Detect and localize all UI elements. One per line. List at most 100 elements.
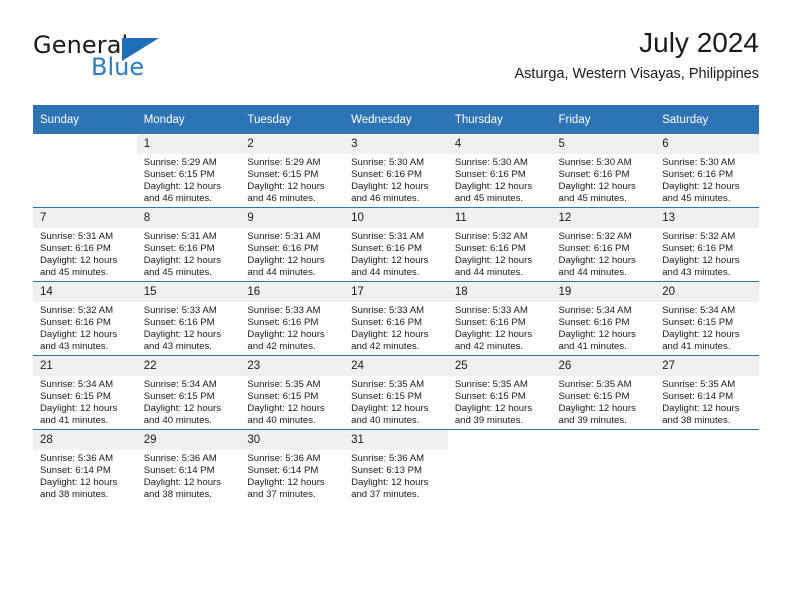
calendar-day-cell[interactable]: 7 Sunrise: 5:31 AM Sunset: 6:16 PM Daylight… <box>33 207 137 282</box>
calendar-day-cell[interactable]: 16 Sunrise: 5:33 AM Sunset: 6:16 PM Dayligh… <box>240 281 345 356</box>
day-number: 8 <box>136 208 241 228</box>
sunset-text: Sunset: 6:16 PM <box>454 169 526 181</box>
sunrise-text: Sunrise: 5:35 AM <box>454 379 528 390</box>
day-number: 3 <box>344 134 448 154</box>
calendar-day-cell[interactable]: 27 Sunrise: 5:35 AM Sunset: 6:14 PM Dayligh… <box>655 355 759 430</box>
day-number: 28 <box>33 430 137 450</box>
sunrise-text: Sunrise: 5:35 AM <box>247 379 321 390</box>
calendar-day-cell[interactable]: 3 Sunrise: 5:30 AM Sunset: 6:16 PM Daylight… <box>344 134 448 208</box>
sunset-text: Sunset: 6:15 PM <box>351 391 423 403</box>
sunset-text: Sunset: 6:16 PM <box>662 169 734 181</box>
daylight-text-line2: and 42 minutes. <box>351 341 420 353</box>
daylight-text-line2: and 42 minutes. <box>247 341 316 353</box>
daylight-text-line2: and 43 minutes. <box>662 267 731 279</box>
daylight-text-line1: Daylight: 12 hours <box>247 181 325 193</box>
calendar-day-cell[interactable]: 29 Sunrise: 5:36 AM Sunset: 6:14 PM Dayligh… <box>136 429 241 503</box>
calendar-day-cell[interactable]: 5 Sunrise: 5:30 AM Sunset: 6:16 PM Daylight… <box>551 134 656 208</box>
calendar-body: 1 Sunrise: 5:29 AM Sunset: 6:15 PM Daylight… <box>33 134 759 503</box>
calendar-day-cell[interactable] <box>551 429 656 503</box>
weekday-header-wednesday: Wednesday <box>344 105 448 134</box>
calendar-day-cell[interactable]: 11 Sunrise: 5:32 AM Sunset: 6:16 PM Dayligh… <box>447 207 552 282</box>
daylight-text-line2: and 43 minutes. <box>143 341 212 353</box>
day-number: 30 <box>240 430 345 450</box>
sunset-text: Sunset: 6:15 PM <box>247 391 319 403</box>
calendar-week-row: 1 Sunrise: 5:29 AM Sunset: 6:15 PM Daylight… <box>33 134 759 208</box>
sunset-text: Sunset: 6:14 PM <box>40 465 111 477</box>
calendar-day-cell[interactable]: 10 Sunrise: 5:31 AM Sunset: 6:16 PM Dayligh… <box>344 207 448 282</box>
calendar-day-cell[interactable]: 1 Sunrise: 5:29 AM Sunset: 6:15 PM Daylight… <box>136 134 241 208</box>
day-number: 7 <box>33 208 137 228</box>
calendar-day-cell[interactable]: 12 Sunrise: 5:32 AM Sunset: 6:16 PM Dayligh… <box>551 207 656 282</box>
daylight-text-line1: Daylight: 12 hours <box>143 329 222 341</box>
sunset-text: Sunset: 6:16 PM <box>247 243 319 255</box>
sunset-text: Sunset: 6:15 PM <box>143 391 215 403</box>
day-number: 11 <box>447 208 552 228</box>
calendar-day-cell[interactable]: 14 Sunrise: 5:32 AM Sunset: 6:16 PM Dayligh… <box>33 281 137 356</box>
calendar-week-row: 14 Sunrise: 5:32 AM Sunset: 6:16 PM Dayligh… <box>33 281 759 356</box>
day-number <box>655 430 759 450</box>
daylight-text-line2: and 45 minutes. <box>454 193 524 205</box>
calendar-day-cell[interactable]: 17 Sunrise: 5:33 AM Sunset: 6:16 PM Dayligh… <box>344 281 448 356</box>
daylight-text-line2: and 45 minutes. <box>662 193 731 205</box>
weekday-header-sunday: Sunday <box>33 105 137 134</box>
day-number: 24 <box>344 356 448 376</box>
daylight-text-line1: Daylight: 12 hours <box>662 403 740 415</box>
weekday-header-saturday: Saturday <box>655 105 759 134</box>
daylight-text-line1: Daylight: 12 hours <box>247 477 325 489</box>
calendar-week-row: 7 Sunrise: 5:31 AM Sunset: 6:16 PM Daylight… <box>33 207 759 282</box>
sunrise-text: Sunrise: 5:31 AM <box>40 231 114 242</box>
daylight-text-line1: Daylight: 12 hours <box>454 181 533 193</box>
calendar-day-cell[interactable]: 2 Sunrise: 5:29 AM Sunset: 6:15 PM Daylight… <box>240 134 345 208</box>
sunset-text: Sunset: 6:16 PM <box>558 243 630 255</box>
sunset-text: Sunset: 6:16 PM <box>351 317 423 329</box>
day-number: 23 <box>240 356 345 376</box>
calendar-day-cell[interactable]: 21 Sunrise: 5:34 AM Sunset: 6:15 PM Dayligh… <box>33 355 137 430</box>
calendar-day-cell[interactable]: 8 Sunrise: 5:31 AM Sunset: 6:16 PM Daylight… <box>136 207 241 282</box>
page-header: General Blue July 2024 Asturga, Western … <box>33 26 759 98</box>
calendar-day-cell[interactable]: 30 Sunrise: 5:36 AM Sunset: 6:14 PM Dayligh… <box>240 429 345 503</box>
calendar-day-cell[interactable]: 23 Sunrise: 5:35 AM Sunset: 6:15 PM Dayligh… <box>240 355 345 430</box>
calendar-day-cell[interactable]: 20 Sunrise: 5:34 AM Sunset: 6:15 PM Dayligh… <box>655 281 759 356</box>
daylight-text-line1: Daylight: 12 hours <box>143 477 222 489</box>
calendar-page: General Blue July 2024 Asturga, Western … <box>0 0 792 612</box>
sunrise-text: Sunrise: 5:31 AM <box>351 231 425 242</box>
calendar-day-cell[interactable]: 18 Sunrise: 5:33 AM Sunset: 6:16 PM Dayligh… <box>447 281 552 356</box>
day-number: 13 <box>655 208 759 228</box>
calendar-day-cell[interactable] <box>447 429 552 503</box>
sunset-text: Sunset: 6:16 PM <box>454 243 526 255</box>
daylight-text-line1: Daylight: 12 hours <box>40 403 118 415</box>
calendar-day-cell[interactable]: 26 Sunrise: 5:35 AM Sunset: 6:15 PM Dayligh… <box>551 355 656 430</box>
daylight-text-line2: and 41 minutes. <box>40 415 109 427</box>
daylight-text-line1: Daylight: 12 hours <box>662 181 740 193</box>
calendar-day-cell[interactable]: 19 Sunrise: 5:34 AM Sunset: 6:16 PM Dayligh… <box>551 281 656 356</box>
calendar-day-cell[interactable]: 13 Sunrise: 5:32 AM Sunset: 6:16 PM Dayligh… <box>655 207 759 282</box>
calendar-day-cell[interactable]: 6 Sunrise: 5:30 AM Sunset: 6:16 PM Daylight… <box>655 134 759 208</box>
sunrise-text: Sunrise: 5:29 AM <box>247 157 321 168</box>
calendar-day-cell[interactable]: 15 Sunrise: 5:33 AM Sunset: 6:16 PM Dayligh… <box>136 281 241 356</box>
day-number <box>33 134 137 154</box>
calendar-day-cell[interactable]: 25 Sunrise: 5:35 AM Sunset: 6:15 PM Dayligh… <box>447 355 552 430</box>
daylight-text-line2: and 40 minutes. <box>351 415 420 427</box>
daylight-text-line2: and 45 minutes. <box>558 193 627 205</box>
day-number: 26 <box>551 356 656 376</box>
calendar-day-cell[interactable]: 24 Sunrise: 5:35 AM Sunset: 6:15 PM Dayligh… <box>344 355 448 430</box>
calendar-day-cell[interactable] <box>655 429 759 503</box>
sunset-text: Sunset: 6:15 PM <box>662 317 734 329</box>
daylight-text-line1: Daylight: 12 hours <box>454 255 533 267</box>
calendar-day-cell[interactable]: 22 Sunrise: 5:34 AM Sunset: 6:15 PM Dayligh… <box>136 355 241 430</box>
sunrise-text: Sunrise: 5:30 AM <box>662 157 736 168</box>
weekday-header-monday: Monday <box>136 105 241 134</box>
calendar-day-cell[interactable]: 31 Sunrise: 5:36 AM Sunset: 6:13 PM Dayligh… <box>344 429 448 503</box>
calendar-day-cell[interactable]: 4 Sunrise: 5:30 AM Sunset: 6:16 PM Daylight… <box>447 134 552 208</box>
calendar-day-cell[interactable]: 9 Sunrise: 5:31 AM Sunset: 6:16 PM Daylight… <box>240 207 345 282</box>
daylight-text-line1: Daylight: 12 hours <box>662 329 740 341</box>
sunset-text: Sunset: 6:16 PM <box>558 169 630 181</box>
page-subtitle: Asturga, Western Visayas, Philippines <box>514 66 759 82</box>
sunrise-text: Sunrise: 5:34 AM <box>662 305 736 316</box>
calendar-day-cell[interactable]: 28 Sunrise: 5:36 AM Sunset: 6:14 PM Dayligh… <box>33 429 137 503</box>
sunrise-text: Sunrise: 5:33 AM <box>351 305 425 316</box>
sunrise-text: Sunrise: 5:33 AM <box>454 305 528 316</box>
calendar-day-cell[interactable] <box>33 134 137 208</box>
daylight-text-line1: Daylight: 12 hours <box>40 329 118 341</box>
daylight-text-line2: and 46 minutes. <box>247 193 316 205</box>
